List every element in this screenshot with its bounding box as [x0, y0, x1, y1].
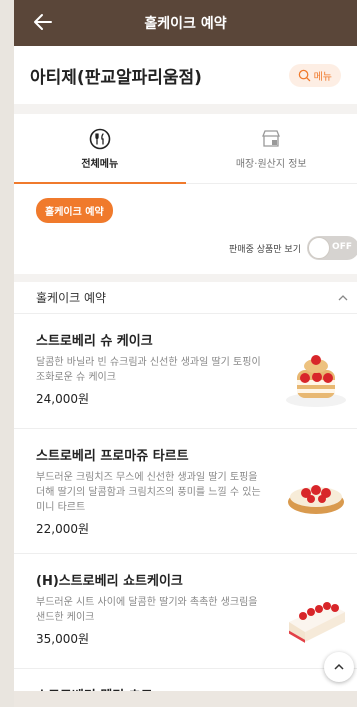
toggle-state: OFF — [332, 242, 352, 252]
tab-label: 전체메뉴 — [81, 158, 119, 170]
divider — [14, 104, 357, 114]
list-item[interactable]: (H)스트로베리 쇼트케이크 부드러운 시트 사이에 달콤한 딸기와 촉촉한 생… — [14, 554, 357, 669]
toggle-knob — [308, 237, 330, 259]
item-description: 부드러운 시트 사이에 달콤한 딸기와 촉촉한 생크림을 샌드한 케이크 — [36, 597, 258, 623]
tab-bar: 전체메뉴 매장·원산지 정보 — [14, 114, 357, 184]
page-title: 홀케이크 예약 — [144, 16, 227, 32]
menu-button-label: 메뉴 — [313, 71, 332, 83]
item-description: 부드러운 크림치즈 무스에 신선한 생과일 딸기 토핑을 더해 딸기의 달콤함과… — [36, 472, 261, 513]
category-chip[interactable]: 홀케이크 예약 — [36, 198, 113, 223]
chevron-up-icon — [334, 663, 344, 670]
app-frame: 홀케이크 예약 아티제(판교알파리움점) 메뉴 전체메뉴 매장·원산지 정보 홀… — [14, 0, 357, 707]
store-icon — [262, 129, 281, 147]
store-name: 아티제(판교알파리움점) — [30, 67, 202, 88]
tab-store-info[interactable]: 매장·원산지 정보 — [186, 114, 357, 183]
chevron-up-icon[interactable] — [337, 291, 349, 305]
store-row: 아티제(판교알파리움점) 메뉴 — [14, 46, 357, 104]
tab-label: 매장·원산지 정보 — [235, 158, 307, 170]
item-description: 달콤한 바닐라 빈 슈크림과 신선한 생과일 딸기 토핑이 조화로운 슈 케이크 — [36, 357, 261, 383]
tart-image — [288, 485, 344, 514]
list-item[interactable]: 스트로베리 프로마쥬 타르트 부드러운 크림치즈 무스에 신선한 생과일 딸기 … — [14, 429, 357, 554]
scroll-to-top-button[interactable] — [324, 652, 354, 682]
item-price: 24,000원 — [36, 392, 90, 406]
section-header[interactable]: 홀케이크 예약 — [14, 274, 357, 314]
cake-image — [286, 355, 346, 407]
section-title: 홀케이크 예약 — [36, 291, 107, 305]
list-item[interactable]: 스트로베리 슈 케이크 달콤한 바닐라 빈 슈크림과 신선한 생과일 딸기 토핑… — [14, 314, 357, 429]
item-name: 스트로베리 프로마쥬 타르트 — [36, 449, 189, 464]
on-sale-toggle[interactable]: OFF — [307, 236, 357, 260]
menu-search-button[interactable]: 메뉴 — [288, 63, 341, 87]
bottom-bar — [14, 691, 357, 707]
search-icon — [298, 69, 310, 81]
filter-row: 판매중 상품만 보기 OFF — [14, 226, 357, 262]
shortcake-image — [289, 602, 345, 643]
utensils-icon — [89, 128, 111, 149]
filter-label: 판매중 상품만 보기 — [229, 244, 301, 255]
arrow-left-icon[interactable] — [32, 11, 56, 35]
item-price: 22,000원 — [36, 522, 90, 536]
category-row: 홀케이크 예약 — [14, 184, 357, 226]
tab-all-menu[interactable]: 전체메뉴 — [14, 114, 186, 183]
item-name: 스트로베리 슈 케이크 — [36, 334, 153, 349]
item-name: (H)스트로베리 쇼트케이크 — [36, 574, 183, 589]
header-bar: 홀케이크 예약 — [14, 0, 357, 46]
item-price: 35,000원 — [36, 632, 90, 646]
